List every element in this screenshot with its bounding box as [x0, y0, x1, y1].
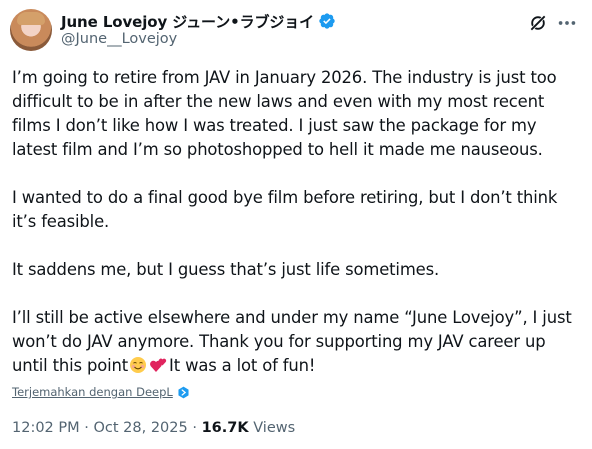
tweet-meta: 12:02 PM · Oct 28, 2025 · 16.7K Views — [12, 420, 295, 436]
tweet-paragraph-3: It saddens me, but I guess that’s just l… — [12, 260, 440, 279]
deepl-icon — [178, 386, 189, 398]
tweet-text: I’m going to retire from JAV in January … — [12, 66, 586, 378]
smiling-face-emoji-icon: ☺️ — [130, 357, 147, 373]
meta-separator: · — [84, 420, 89, 436]
author-handle[interactable]: @June__Lovejoy — [61, 31, 177, 47]
translate-row: Terjemahkan dengan DeepL — [12, 383, 190, 401]
author-display-name[interactable]: June Lovejoy ジューン•ラブジョイ — [61, 11, 314, 32]
more-options-icon[interactable] — [556, 12, 578, 34]
tweet-paragraph-4-tail: It was a lot of fun! — [169, 356, 316, 375]
tweet-paragraph-1: I’m going to retire from JAV in January … — [12, 68, 557, 159]
avatar-hair — [17, 12, 45, 25]
meta-separator: · — [192, 420, 197, 436]
translate-link[interactable]: Terjemahkan dengan DeepL — [12, 385, 173, 399]
tweet-date[interactable]: Oct 28, 2025 — [93, 420, 187, 436]
author-name-row: June Lovejoy ジューン•ラブジョイ — [61, 10, 336, 32]
tweet-time[interactable]: 12:02 PM — [12, 420, 80, 436]
views-label: Views — [253, 420, 296, 436]
tweet-paragraph-4: I’ll still be active elsewhere and under… — [12, 306, 586, 378]
two-hearts-emoji-icon: 💕 — [150, 358, 167, 372]
author-avatar[interactable] — [10, 9, 52, 51]
grok-icon[interactable] — [528, 13, 548, 33]
tweet-paragraph-2: I wanted to do a final good bye film bef… — [12, 188, 558, 231]
verified-badge-icon[interactable] — [318, 12, 336, 30]
views-count: 16.7K — [201, 420, 249, 436]
